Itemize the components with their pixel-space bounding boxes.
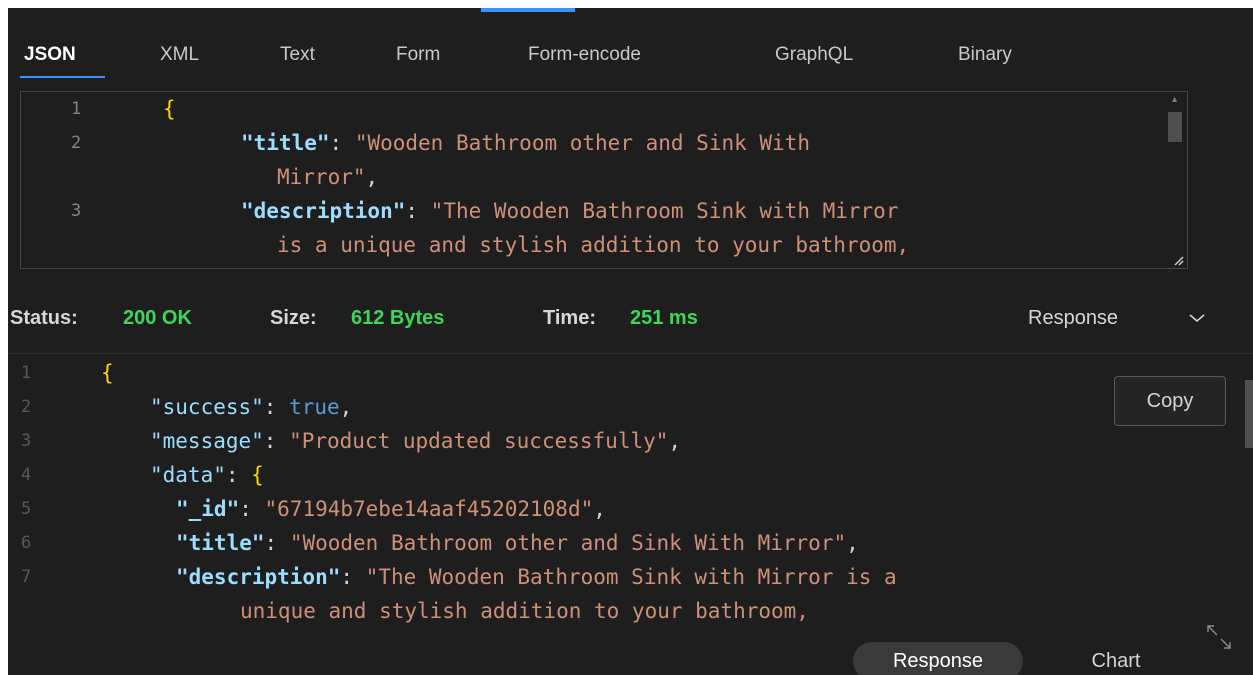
editor-line-wrapped: is a unique and stylish addition to your… — [21, 228, 1161, 262]
tab-form-encode[interactable]: Form-encode — [528, 44, 641, 66]
resize-grip-icon[interactable] — [1172, 254, 1184, 266]
json-key: "message" — [150, 429, 264, 453]
status-value: 200 OK — [123, 307, 192, 329]
chevron-down-icon[interactable] — [1186, 307, 1208, 329]
json-string: is a unique and stylish addition to your… — [277, 233, 910, 257]
json-string: "Product updated successfully" — [289, 429, 669, 453]
line-number: 2 — [71, 133, 82, 153]
editor-line-wrapped: Mirror", — [21, 160, 1161, 194]
code-text: "title": "Wooden Bathroom other and Sink… — [176, 526, 859, 560]
json-separator: : — [264, 531, 290, 555]
size-value: 612 Bytes — [351, 307, 445, 329]
json-string: "Wooden Bathroom other and Sink With — [354, 131, 810, 155]
response-view-toggle: Response Chart — [853, 642, 1193, 675]
editor-line: 1 { — [21, 92, 1161, 126]
time-value: 251 ms — [630, 307, 698, 329]
json-string: "Wooden Bathroom other and Sink With Mir… — [289, 531, 847, 555]
scrollbar-thumb[interactable] — [1245, 380, 1253, 448]
line-number: 3 — [21, 431, 32, 451]
json-separator: : — [329, 131, 355, 155]
response-line: 5 "_id": "67194b7ebe14aaf45202108d", — [8, 492, 1228, 526]
json-key: "data" — [150, 463, 226, 487]
code-text: "success": true, — [150, 390, 352, 424]
json-key: "description" — [176, 565, 341, 589]
copy-button[interactable]: Copy — [1114, 376, 1226, 426]
rest-client-panel: JSON XML Text Form Form-encode GraphQL B… — [8, 8, 1253, 675]
response-line: 3 "message": "Product updated successful… — [8, 424, 1228, 458]
json-punctuation: , — [846, 531, 859, 555]
line-number: 5 — [21, 499, 32, 519]
request-body-editor[interactable]: 1 { 2 "title": "Wooden Bathroom other an… — [20, 91, 1188, 269]
scroll-up-arrow-icon[interactable]: ▲ — [1170, 94, 1179, 104]
code-text: "title": "Wooden Bathroom other and Sink… — [241, 126, 810, 160]
json-string: Mirror" — [277, 165, 366, 189]
json-boolean: true — [289, 395, 340, 419]
response-view-select[interactable]: Response — [1028, 307, 1118, 330]
size-label: Size: — [270, 307, 317, 329]
line-number: 1 — [21, 363, 32, 383]
code-text: "data": { — [150, 458, 264, 492]
json-key: "title" — [176, 531, 265, 555]
response-line: 4 "data": { — [8, 458, 1228, 492]
json-key: "success" — [150, 395, 264, 419]
tab-active-underline — [20, 76, 105, 78]
expand-icon[interactable] — [1204, 622, 1234, 652]
response-line: 2 "success": true, — [8, 390, 1228, 424]
response-line-wrapped: unique and stylish addition to your bath… — [8, 594, 1228, 628]
tab-xml[interactable]: XML — [160, 44, 199, 66]
json-key: "title" — [241, 131, 330, 155]
status-label: Status: — [10, 307, 78, 329]
code-text: "_id": "67194b7ebe14aaf45202108d", — [176, 492, 606, 526]
response-line: 1 { — [8, 356, 1228, 390]
editor-line: 3 "description": "The Wooden Bathroom Si… — [21, 194, 1161, 228]
code-text: "message": "Product updated successfully… — [150, 424, 681, 458]
scrollbar-thumb[interactable] — [1168, 112, 1182, 142]
editor-line: 2 "title": "Wooden Bathroom other and Si… — [21, 126, 1161, 160]
tab-binary[interactable]: Binary — [958, 44, 1012, 66]
json-separator: : — [405, 199, 431, 223]
line-number: 3 — [71, 201, 82, 221]
json-string: unique and stylish addition to your bath… — [240, 599, 809, 623]
line-number: 6 — [21, 533, 32, 553]
json-punctuation: , — [593, 497, 606, 521]
tab-json[interactable]: JSON — [24, 44, 76, 66]
json-punctuation: , — [339, 395, 353, 419]
json-string: "67194b7ebe14aaf45202108d" — [264, 497, 594, 521]
code-brace: { — [101, 361, 114, 385]
editor-scrollbar[interactable]: ▲ — [1163, 92, 1187, 268]
response-body-viewer: 1 { 2 "success": true, 3 "message": "Pro… — [8, 353, 1253, 675]
code-text: "description": "The Wooden Bathroom Sink… — [176, 560, 897, 594]
body-type-tabs: JSON XML Text Form Form-encode GraphQL B… — [8, 34, 1253, 78]
tab-text[interactable]: Text — [280, 44, 315, 66]
code-text: Mirror", — [277, 160, 378, 194]
json-separator: : — [263, 395, 290, 419]
response-status-bar: Status: 200 OK Size: 612 Bytes Time: 251… — [8, 303, 1253, 343]
json-key: "description" — [241, 199, 406, 223]
toggle-response-button[interactable]: Response — [853, 642, 1023, 675]
line-number: 2 — [21, 397, 32, 417]
tab-form[interactable]: Form — [396, 44, 440, 66]
json-punctuation: , — [668, 429, 682, 453]
json-brace: { — [251, 463, 264, 487]
response-line: 7 "description": "The Wooden Bathroom Si… — [8, 560, 1228, 594]
toggle-chart-button[interactable]: Chart — [1071, 642, 1161, 675]
line-number: 1 — [71, 99, 82, 119]
json-separator: : — [239, 497, 265, 521]
json-separator: : — [263, 429, 290, 453]
json-string: "The Wooden Bathroom Sink with Mirror — [430, 199, 899, 223]
json-separator: : — [225, 463, 252, 487]
line-number: 7 — [21, 567, 32, 587]
tab-graphql[interactable]: GraphQL — [775, 44, 853, 66]
line-number: 4 — [21, 465, 32, 485]
response-line: 6 "title": "Wooden Bathroom other and Si… — [8, 526, 1228, 560]
json-punctuation: , — [365, 165, 379, 189]
active-panel-indicator — [481, 8, 575, 12]
code-brace: { — [163, 97, 176, 121]
code-text: "description": "The Wooden Bathroom Sink… — [241, 194, 898, 228]
time-label: Time: — [543, 307, 596, 329]
json-string: "The Wooden Bathroom Sink with Mirror is… — [365, 565, 897, 589]
json-separator: : — [340, 565, 366, 589]
json-key: "_id" — [176, 497, 240, 521]
